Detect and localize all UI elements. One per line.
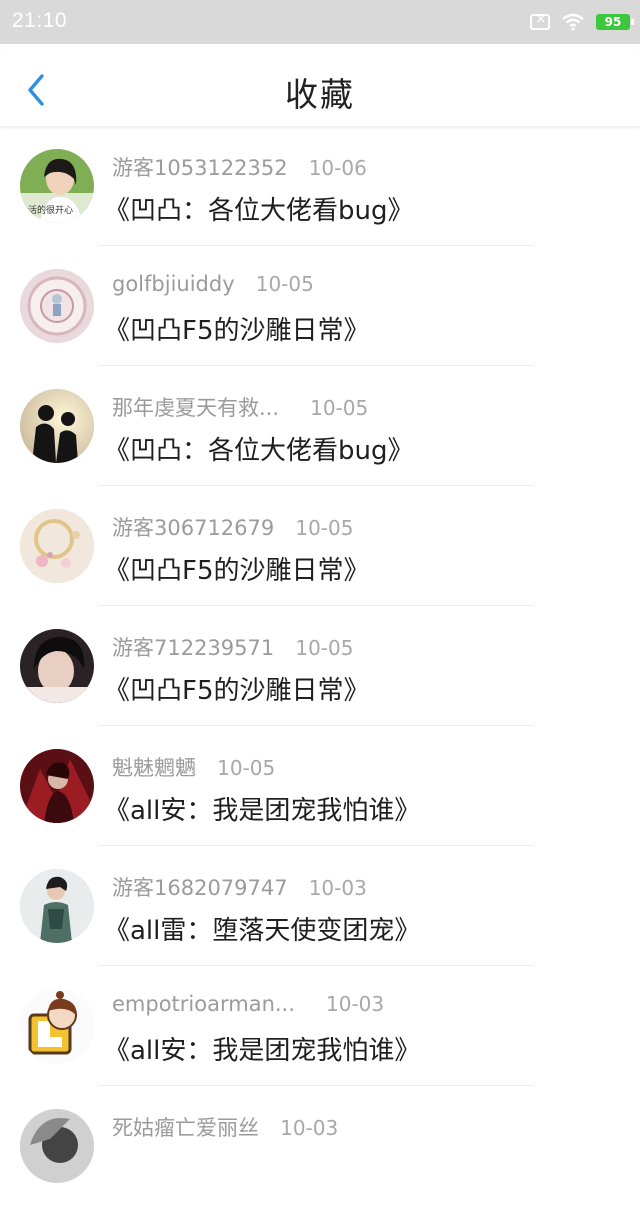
username[interactable]: 游客1682079747 — [112, 872, 288, 902]
list-item[interactable]: 游客712239571 10-05 《凹凸F5的沙雕日常》 — [0, 606, 640, 726]
username[interactable]: empotrioarman... — [112, 992, 295, 1016]
item-meta: 死姑瘤亡爱丽丝 10-03 — [112, 1112, 338, 1140]
item-meta: 游客1682079747 10-03 — [112, 872, 367, 900]
book-title[interactable]: 《凹凸F5的沙雕日常》 — [104, 670, 370, 707]
avatar — [20, 269, 94, 343]
book-title[interactable]: 《凹凸F5的沙雕日常》 — [104, 310, 370, 347]
avatar — [20, 869, 94, 943]
date: 10-05 — [255, 272, 314, 296]
book-title[interactable]: 《凹凸F5的沙雕日常》 — [104, 550, 370, 587]
date: 10-05 — [295, 636, 354, 660]
username[interactable]: golfbjiuiddy — [112, 272, 235, 296]
item-meta: 游客306712679 10-05 — [112, 512, 353, 540]
username[interactable]: 那年虔夏天有救... — [112, 392, 279, 422]
item-meta: 游客712239571 10-05 — [112, 632, 353, 660]
status-time: 21:10 — [12, 9, 68, 32]
page-title: 收藏 — [285, 75, 355, 114]
status-icons: 95 — [530, 10, 634, 34]
item-meta: 游客1053122352 10-06 — [112, 152, 367, 180]
username[interactable]: 游客712239571 — [112, 632, 274, 662]
date: 10-06 — [308, 156, 367, 180]
username[interactable]: 魁魅魍魉 — [112, 752, 196, 782]
list-item[interactable]: 活的很开心 游客1053122352 10-06 《凹凸：各位大佬看bug》 — [0, 126, 640, 246]
date: 10-05 — [217, 756, 276, 780]
item-meta: empotrioarman... 10-03 — [112, 992, 384, 1020]
avatar — [20, 749, 94, 823]
avatar — [20, 629, 94, 703]
date: 10-03 — [308, 876, 367, 900]
avatar — [20, 509, 94, 583]
battery-icon: 95 — [596, 14, 634, 30]
item-meta: 那年虔夏天有救... 10-05 — [112, 392, 368, 420]
avatar — [20, 989, 94, 1063]
list-item[interactable]: 死姑瘤亡爱丽丝 10-03 — [0, 1086, 640, 1206]
book-title[interactable]: 《all安：我是团宠我怕谁》 — [104, 790, 420, 827]
username[interactable]: 游客1053122352 — [112, 152, 288, 182]
no-sim-icon — [530, 11, 550, 30]
wifi-icon — [562, 13, 584, 31]
date: 10-03 — [280, 1116, 339, 1140]
book-title[interactable]: 《all安：我是团宠我怕谁》 — [104, 1030, 420, 1067]
avatar — [20, 1109, 94, 1183]
book-title[interactable]: 《凹凸：各位大佬看bug》 — [104, 430, 414, 467]
list-item[interactable]: 游客306712679 10-05 《凹凸F5的沙雕日常》 — [0, 486, 640, 606]
item-meta: 魁魅魍魉 10-05 — [112, 752, 275, 780]
book-title[interactable]: 《凹凸：各位大佬看bug》 — [104, 190, 414, 227]
header-bar: 收藏 — [0, 44, 640, 126]
date: 10-03 — [326, 992, 385, 1016]
list-item[interactable]: empotrioarman... 10-03 《all安：我是团宠我怕谁》 — [0, 966, 640, 1086]
list-item[interactable]: golfbjiuiddy 10-05 《凹凸F5的沙雕日常》 — [0, 246, 640, 366]
item-meta: golfbjiuiddy 10-05 — [112, 272, 314, 300]
avatar — [20, 389, 94, 463]
favorites-list: 活的很开心 游客1053122352 10-06 《凹凸：各位大佬看bug》 g… — [0, 126, 640, 1206]
book-title[interactable]: 《all雷：堕落天使变团宠》 — [104, 910, 420, 947]
username[interactable]: 游客306712679 — [112, 512, 274, 542]
svg-text:活的很开心: 活的很开心 — [28, 204, 73, 216]
avatar: 活的很开心 — [20, 149, 94, 223]
list-item[interactable]: 魁魅魍魉 10-05 《all安：我是团宠我怕谁》 — [0, 726, 640, 846]
list-item[interactable]: 游客1682079747 10-03 《all雷：堕落天使变团宠》 — [0, 846, 640, 966]
date: 10-05 — [310, 396, 369, 420]
date: 10-05 — [295, 516, 354, 540]
list-item[interactable]: 那年虔夏天有救... 10-05 《凹凸：各位大佬看bug》 — [0, 366, 640, 486]
status-bar: 21:10 95 — [0, 0, 640, 44]
